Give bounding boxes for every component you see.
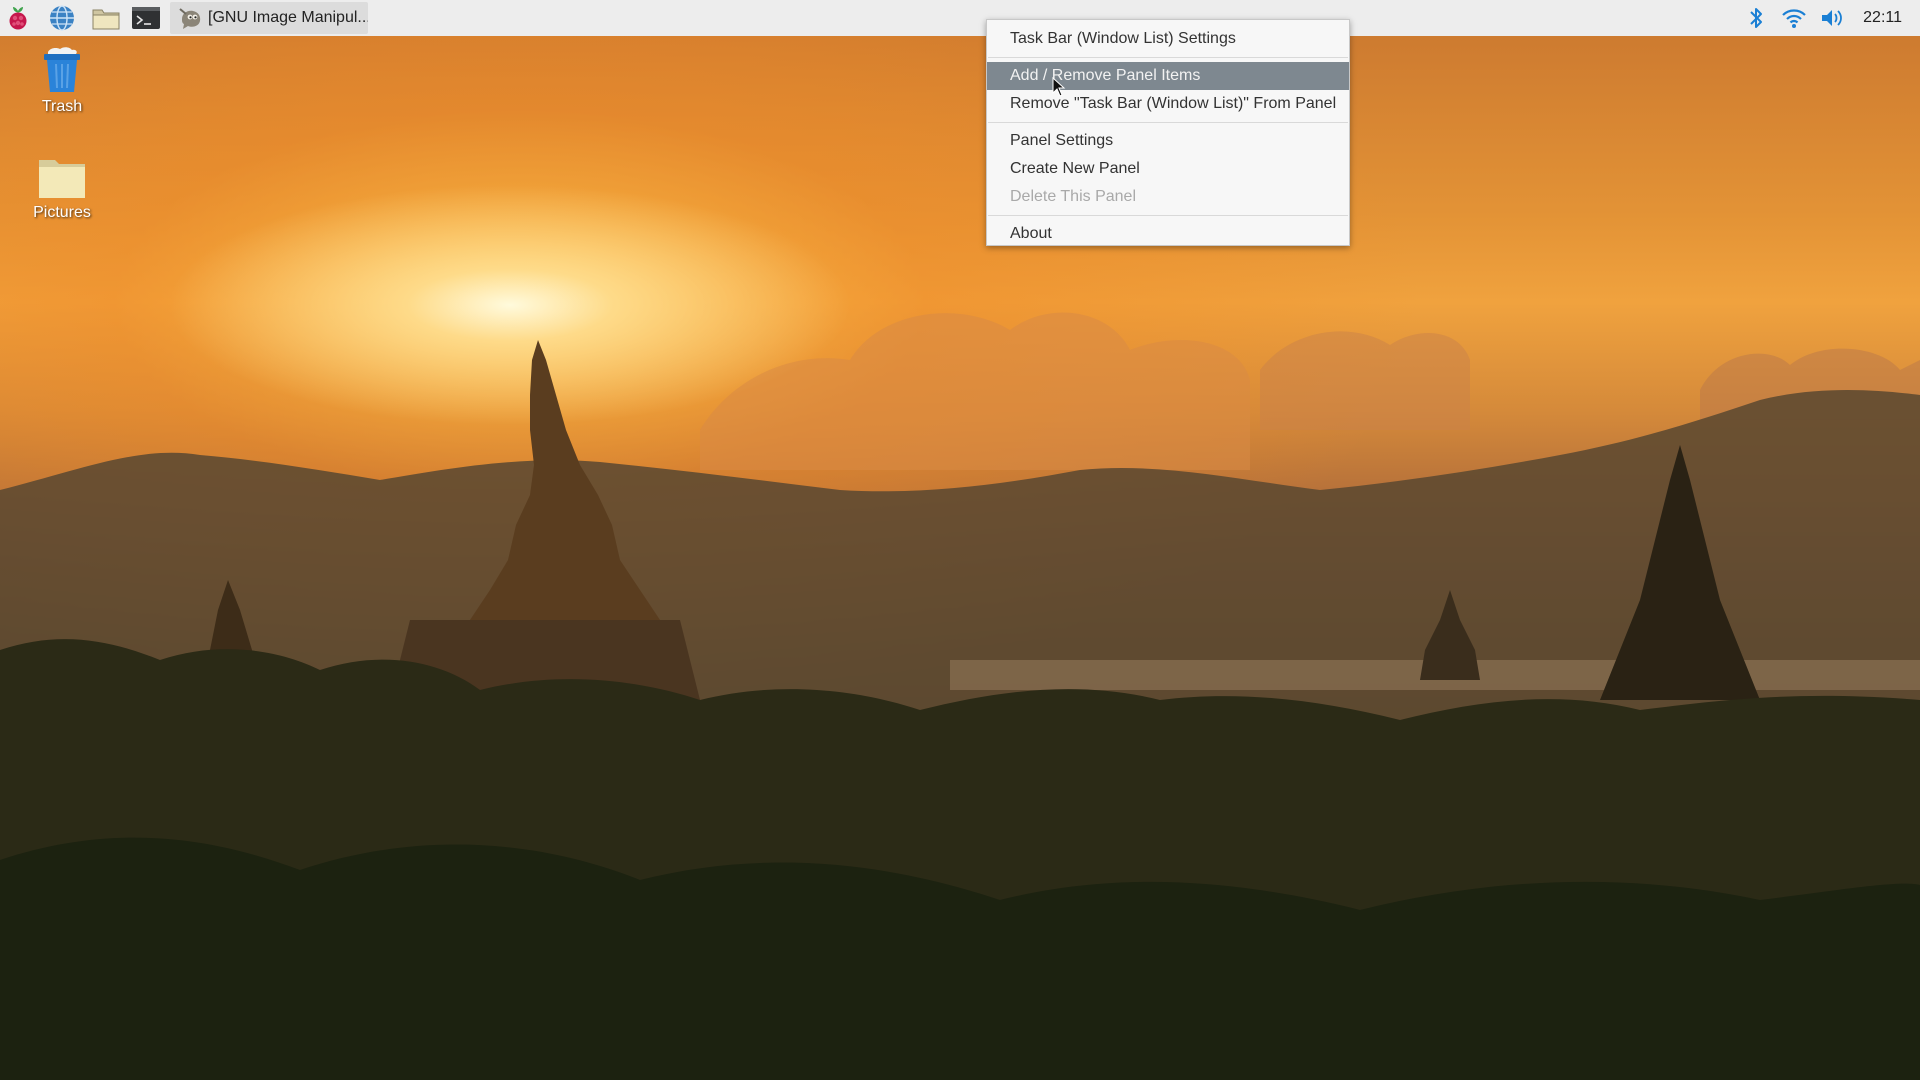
wifi-button[interactable]	[1775, 0, 1813, 36]
menu-separator	[988, 215, 1348, 216]
folder-icon	[39, 160, 85, 198]
desktop-icon-pictures[interactable]: Pictures	[7, 156, 117, 222]
top-panel: [GNU Image Manipul... 22:11	[0, 0, 1920, 36]
menu-item-panel-settings[interactable]: Panel Settings	[987, 127, 1349, 155]
web-browser-button[interactable]	[44, 0, 80, 36]
trash-icon	[44, 47, 80, 92]
menu-item-taskbar-settings[interactable]: Task Bar (Window List) Settings	[987, 25, 1349, 53]
desktop: [GNU Image Manipul... 22:11 Trash Pictur…	[0, 0, 1920, 1080]
menu-separator	[988, 122, 1348, 123]
menu-item-delete-this-panel: Delete This Panel	[1010, 188, 1136, 205]
terminal-icon	[132, 7, 160, 29]
raspberry-menu-button[interactable]	[0, 0, 36, 36]
clock[interactable]: 22:11	[1851, 9, 1920, 27]
menu-separator	[988, 57, 1348, 58]
wifi-icon	[1782, 9, 1806, 28]
menu-item-about[interactable]: About	[987, 220, 1349, 248]
menu-item-add-remove-panel-items[interactable]: Add / Remove Panel Items	[987, 62, 1349, 90]
volume-icon	[1822, 10, 1843, 26]
mouse-cursor-icon	[1052, 77, 1066, 97]
volume-button[interactable]	[1813, 0, 1851, 36]
desktop-icon-label: Trash	[41, 98, 83, 115]
taskbar-window-label: [GNU Image Manipul...	[208, 9, 368, 26]
bluetooth-icon	[1750, 8, 1763, 28]
file-manager-icon	[92, 9, 120, 30]
raspberry-menu-icon	[9, 7, 27, 30]
menu-item-create-new-panel[interactable]: Create New Panel	[987, 155, 1349, 183]
desktop-icon-trash[interactable]: Trash	[7, 44, 117, 116]
bluetooth-button[interactable]	[1737, 0, 1775, 36]
desktop-icon-label: Pictures	[33, 204, 91, 221]
system-tray: 22:11	[1737, 0, 1920, 36]
gimp-icon	[179, 8, 201, 29]
taskbar-window-gimp[interactable]: [GNU Image Manipul...	[170, 2, 368, 34]
menu-item-remove-taskbar[interactable]: Remove "Task Bar (Window List)" From Pan…	[987, 90, 1349, 118]
wallpaper-temples-sunset	[0, 312, 1920, 1080]
web-browser-icon	[50, 5, 74, 31]
terminal-button[interactable]	[128, 0, 164, 36]
panel-context-menu: Task Bar (Window List) Settings Add / Re…	[986, 19, 1350, 246]
file-manager-button[interactable]	[88, 0, 124, 36]
